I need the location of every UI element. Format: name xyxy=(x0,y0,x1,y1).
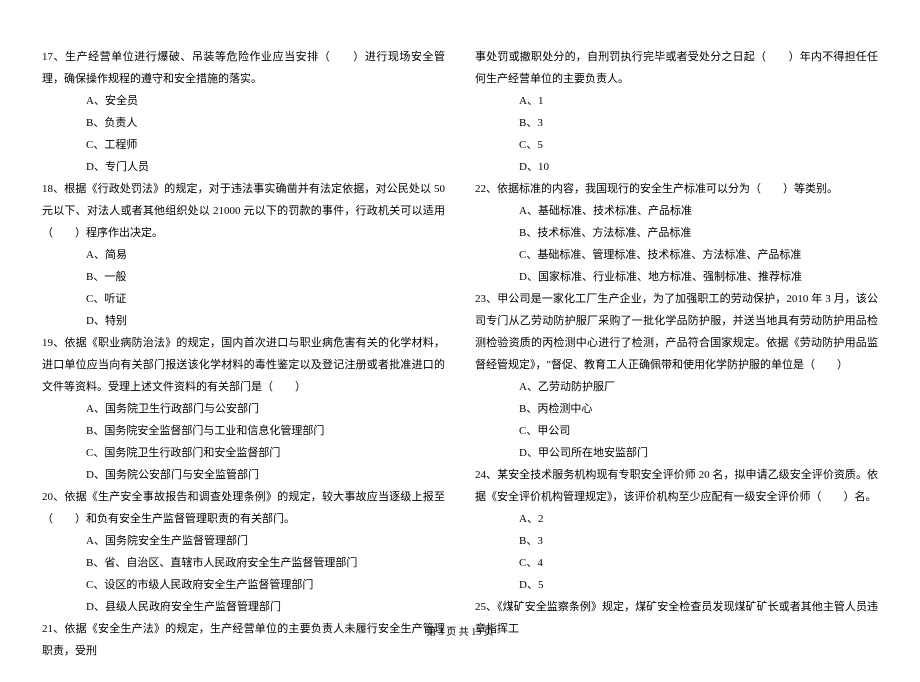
question-20-text: 20、依据《生产安全事故报告和调查处理条例》的规定，较大事故应当逐级上报至（ ）… xyxy=(42,486,445,530)
question-23-option-c: C、甲公司 xyxy=(475,420,878,442)
question-18-text: 18、根据《行政处罚法》的规定，对于违法事实确凿并有法定依据，对公民处以 50 … xyxy=(42,178,445,244)
question-21-cont-text: 事处罚或撤职处分的，自刑罚执行完毕或者受处分之日起（ ）年内不得担任任何生产经营… xyxy=(475,46,878,90)
question-20-option-a: A、国务院安全生产监督管理部门 xyxy=(42,530,445,552)
right-column: 事处罚或撤职处分的，自刑罚执行完毕或者受处分之日起（ ）年内不得担任任何生产经营… xyxy=(475,46,878,662)
question-18-option-a: A、简易 xyxy=(42,244,445,266)
question-17-option-a: A、安全员 xyxy=(42,90,445,112)
question-20-option-d: D、县级人民政府安全生产监督管理部门 xyxy=(42,596,445,618)
question-24-text: 24、某安全技术服务机构现有专职安全评价师 20 名，拟申请乙级安全评价资质。依… xyxy=(475,464,878,508)
question-22-option-a: A、基础标准、技术标准、产品标准 xyxy=(475,200,878,222)
page-footer: 第 3 页 共 13 页 xyxy=(0,623,920,638)
question-22-option-c: C、基础标准、管理标准、技术标准、方法标准、产品标准 xyxy=(475,244,878,266)
question-18-option-d: D、特别 xyxy=(42,310,445,332)
question-22-option-b: B、技术标准、方法标准、产品标准 xyxy=(475,222,878,244)
question-17-option-b: B、负责人 xyxy=(42,112,445,134)
question-19-option-d: D、国务院公安部门与安全监管部门 xyxy=(42,464,445,486)
question-18-option-b: B、一般 xyxy=(42,266,445,288)
question-23-option-b: B、丙检测中心 xyxy=(475,398,878,420)
question-17-option-d: D、专门人员 xyxy=(42,156,445,178)
question-19-text: 19、依据《职业病防治法》的规定，国内首次进口与职业病危害有关的化学材料，进口单… xyxy=(42,332,445,398)
question-17-option-c: C、工程师 xyxy=(42,134,445,156)
question-21-option-a: A、1 xyxy=(475,90,878,112)
left-column: 17、生产经营单位进行爆破、吊装等危险作业应当安排（ ）进行现场安全管理，确保操… xyxy=(42,46,445,662)
question-23-text: 23、甲公司是一家化工厂生产企业，为了加强职工的劳动保护，2010 年 3 月，… xyxy=(475,288,878,376)
question-22-option-d: D、国家标准、行业标准、地方标准、强制标准、推荐标准 xyxy=(475,266,878,288)
question-23-option-a: A、乙劳动防护服厂 xyxy=(475,376,878,398)
question-24-option-b: B、3 xyxy=(475,530,878,552)
question-19-option-b: B、国务院安全监督部门与工业和信息化管理部门 xyxy=(42,420,445,442)
question-22-text: 22、依据标准的内容，我国现行的安全生产标准可以分为（ ）等类别。 xyxy=(475,178,878,200)
question-19-option-c: C、国务院卫生行政部门和安全监督部门 xyxy=(42,442,445,464)
question-21-option-b: B、3 xyxy=(475,112,878,134)
question-18-option-c: C、听证 xyxy=(42,288,445,310)
question-21-option-c: C、5 xyxy=(475,134,878,156)
question-24-option-c: C、4 xyxy=(475,552,878,574)
question-20-option-b: B、省、自治区、直辖市人民政府安全生产监督管理部门 xyxy=(42,552,445,574)
question-24-option-d: D、5 xyxy=(475,574,878,596)
question-21-option-d: D、10 xyxy=(475,156,878,178)
question-23-option-d: D、甲公司所在地安监部门 xyxy=(475,442,878,464)
question-19-option-a: A、国务院卫生行政部门与公安部门 xyxy=(42,398,445,420)
question-24-option-a: A、2 xyxy=(475,508,878,530)
page-container: 17、生产经营单位进行爆破、吊装等危险作业应当安排（ ）进行现场安全管理，确保操… xyxy=(0,0,920,682)
question-17-text: 17、生产经营单位进行爆破、吊装等危险作业应当安排（ ）进行现场安全管理，确保操… xyxy=(42,46,445,90)
question-20-option-c: C、设区的市级人民政府安全生产监督管理部门 xyxy=(42,574,445,596)
